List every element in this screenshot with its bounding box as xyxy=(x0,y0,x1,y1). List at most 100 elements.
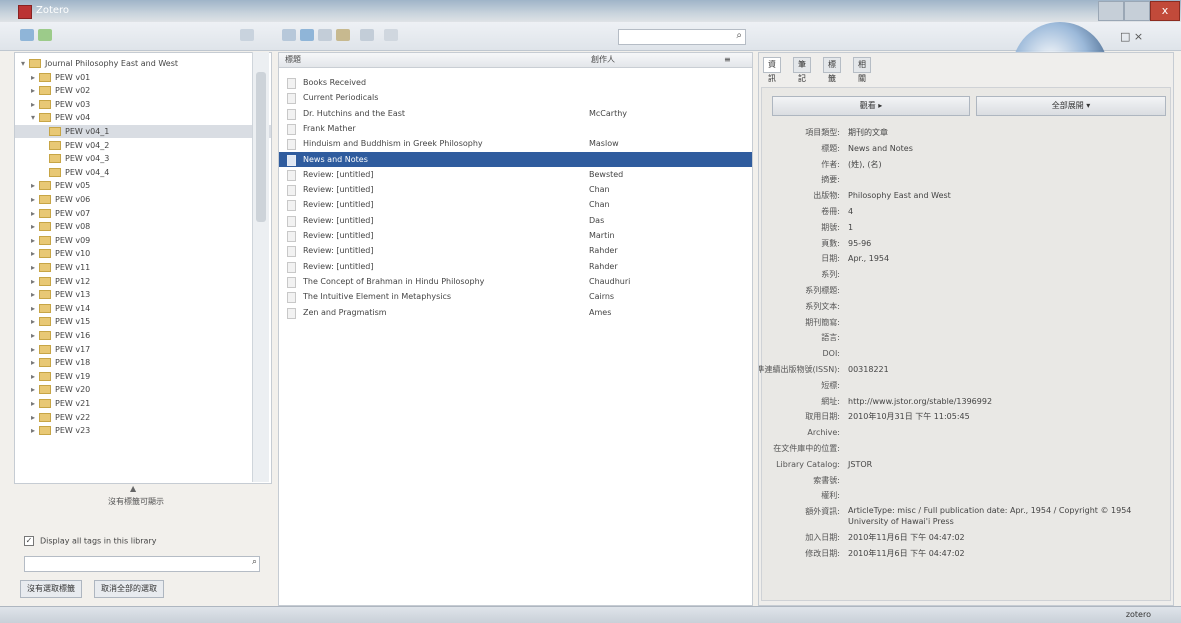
field-value[interactable]: Philosophy East and West xyxy=(848,189,951,203)
column-picker-icon[interactable]: ≡ xyxy=(724,53,731,67)
scroll-thumb[interactable] xyxy=(256,72,266,222)
twisty-icon[interactable]: ▸ xyxy=(31,424,39,437)
collection-item[interactable]: ▸ PEW v17 xyxy=(15,343,271,356)
advanced-search-icon[interactable] xyxy=(384,29,398,41)
item-row[interactable]: Review: [untitled] Rahder xyxy=(279,259,752,274)
field-value[interactable]: 00318221 xyxy=(848,363,889,377)
item-tab[interactable]: 資訊 xyxy=(763,57,781,83)
field-value[interactable]: 4 xyxy=(848,205,853,219)
column-creator-header[interactable]: 創作人 xyxy=(591,53,615,67)
field-value[interactable]: 1 xyxy=(848,221,853,235)
collection-item[interactable]: ▸ PEW v13 xyxy=(15,288,271,301)
field-value[interactable]: 2010年11月6日 下午 04:47:02 xyxy=(848,531,965,545)
field-value[interactable]: 2010年10月31日 下午 11:05:45 xyxy=(848,410,970,424)
twisty-icon[interactable]: ▸ xyxy=(31,315,39,328)
new-note-icon[interactable] xyxy=(318,29,332,41)
collection-item[interactable]: ▸ PEW v20 xyxy=(15,383,271,396)
collection-item[interactable]: ▾ Journal Philosophy East and West xyxy=(15,57,271,70)
item-row[interactable]: Books Received xyxy=(279,75,752,90)
expand-all-button[interactable]: 全部展開 ▾ xyxy=(976,96,1166,116)
deselect-tags-button[interactable]: 沒有選取標籤 xyxy=(20,580,82,598)
collection-item[interactable]: ▾ PEW v04 xyxy=(15,111,271,124)
collection-item[interactable]: ▸ PEW v05 xyxy=(15,179,271,192)
item-row[interactable]: Review: [untitled] Chan xyxy=(279,197,752,212)
item-row[interactable]: Review: [untitled] Das xyxy=(279,213,752,228)
field-value[interactable]: ArticleType: misc / Full publication dat… xyxy=(848,505,1138,527)
search-icon[interactable]: ⌕ xyxy=(252,557,257,567)
field-value[interactable]: http://www.jstor.org/stable/1396992 xyxy=(848,395,992,409)
twisty-icon[interactable]: ▸ xyxy=(31,411,39,424)
collection-item[interactable]: ▸ PEW v06 xyxy=(15,193,271,206)
item-row[interactable]: The Intuitive Element in Metaphysics Cair… xyxy=(279,289,752,304)
collection-item[interactable]: ▸ PEW v15 xyxy=(15,315,271,328)
collection-item[interactable]: ▸ PEW v09 xyxy=(15,234,271,247)
collection-item[interactable]: ▸ PEW v14 xyxy=(15,302,271,315)
item-row[interactable]: Zen and Pragmatism Ames xyxy=(279,305,752,320)
field-value[interactable]: JSTOR xyxy=(848,458,872,472)
tag-filter-input[interactable]: ⌕ xyxy=(24,556,260,572)
pane-controls[interactable]: □ × xyxy=(1120,30,1143,43)
twisty-icon[interactable]: ▸ xyxy=(31,302,39,315)
item-row[interactable]: Review: [untitled] Martin xyxy=(279,228,752,243)
collection-item[interactable]: ▸ PEW v08 xyxy=(15,220,271,233)
close-button[interactable]: x xyxy=(1150,1,1180,21)
attach-icon[interactable] xyxy=(336,29,350,41)
twisty-icon[interactable]: ▸ xyxy=(31,343,39,356)
create-bibliography-icon[interactable] xyxy=(360,29,374,41)
new-item-icon[interactable] xyxy=(282,29,296,41)
search-icon[interactable]: ⌕ xyxy=(736,30,742,41)
twisty-icon[interactable]: ▸ xyxy=(31,275,39,288)
collection-item[interactable]: ▸ PEW v22 xyxy=(15,411,271,424)
new-collection-icon[interactable] xyxy=(20,29,34,41)
twisty-icon[interactable]: ▸ xyxy=(31,179,39,192)
collection-item[interactable]: PEW v04_3 xyxy=(15,152,271,165)
search-input[interactable]: ⌕ xyxy=(618,29,746,45)
clear-all-selection-button[interactable]: 取消全部的選取 xyxy=(94,580,164,598)
twisty-icon[interactable]: ▾ xyxy=(21,57,29,70)
item-row[interactable]: Review: [untitled] Chan xyxy=(279,182,752,197)
item-row[interactable]: Current Periodicals xyxy=(279,90,752,105)
twisty-icon[interactable]: ▸ xyxy=(31,247,39,260)
zotero-status-badge[interactable]: zotero xyxy=(1126,607,1151,623)
twisty-icon[interactable]: ▸ xyxy=(31,207,39,220)
collection-item[interactable]: ▸ PEW v23 xyxy=(15,424,271,437)
twisty-icon[interactable]: ▸ xyxy=(31,193,39,206)
item-tab[interactable]: 筆記 xyxy=(793,57,811,83)
view-button[interactable]: 觀看 ▸ xyxy=(772,96,970,116)
field-value[interactable]: 2010年11月6日 下午 04:47:02 xyxy=(848,547,965,561)
collection-item[interactable]: ▸ PEW v11 xyxy=(15,261,271,274)
new-group-icon[interactable] xyxy=(38,29,52,41)
twisty-icon[interactable]: ▾ xyxy=(31,111,39,124)
collection-item[interactable]: ▸ PEW v16 xyxy=(15,329,271,342)
twisty-icon[interactable]: ▸ xyxy=(31,383,39,396)
twisty-icon[interactable]: ▸ xyxy=(31,84,39,97)
item-row[interactable]: Hinduism and Buddhism in Greek Philosoph… xyxy=(279,136,752,151)
twisty-icon[interactable]: ▸ xyxy=(31,220,39,233)
twisty-icon[interactable]: ▸ xyxy=(31,329,39,342)
collection-item[interactable]: PEW v04_1 xyxy=(15,125,271,138)
collection-item[interactable]: ▸ PEW v07 xyxy=(15,207,271,220)
maximize-button[interactable] xyxy=(1124,1,1150,21)
collection-item[interactable]: ▸ PEW v21 xyxy=(15,397,271,410)
collection-item[interactable]: ▸ PEW v10 xyxy=(15,247,271,260)
item-row[interactable]: The Concept of Brahman in Hindu Philosop… xyxy=(279,274,752,289)
collection-item[interactable]: PEW v04_2 xyxy=(15,139,271,152)
field-value[interactable]: (姓), (名) xyxy=(848,158,882,172)
add-by-identifier-icon[interactable] xyxy=(300,29,314,41)
minimize-button[interactable] xyxy=(1098,1,1124,21)
collection-item[interactable]: PEW v04_4 xyxy=(15,166,271,179)
field-value[interactable]: Apr., 1954 xyxy=(848,252,889,266)
field-value[interactable]: 期刊的文章 xyxy=(848,126,888,140)
twisty-icon[interactable]: ▸ xyxy=(31,397,39,410)
collection-item[interactable]: ▸ PEW v01 xyxy=(15,71,271,84)
item-tab[interactable]: 標籤 xyxy=(823,57,841,83)
item-tab[interactable]: 相關的 xyxy=(853,57,871,97)
twisty-icon[interactable]: ▸ xyxy=(31,234,39,247)
collection-item[interactable]: ▸ PEW v18 xyxy=(15,356,271,369)
twisty-icon[interactable]: ▸ xyxy=(31,98,39,111)
collection-item[interactable]: ▸ PEW v12 xyxy=(15,275,271,288)
item-row[interactable]: Dr. Hutchins and the East McCarthy xyxy=(279,106,752,121)
twisty-icon[interactable]: ▸ xyxy=(31,261,39,274)
field-value[interactable]: 95-96 xyxy=(848,237,871,251)
item-row[interactable]: Review: [untitled] Bewsted xyxy=(279,167,752,182)
